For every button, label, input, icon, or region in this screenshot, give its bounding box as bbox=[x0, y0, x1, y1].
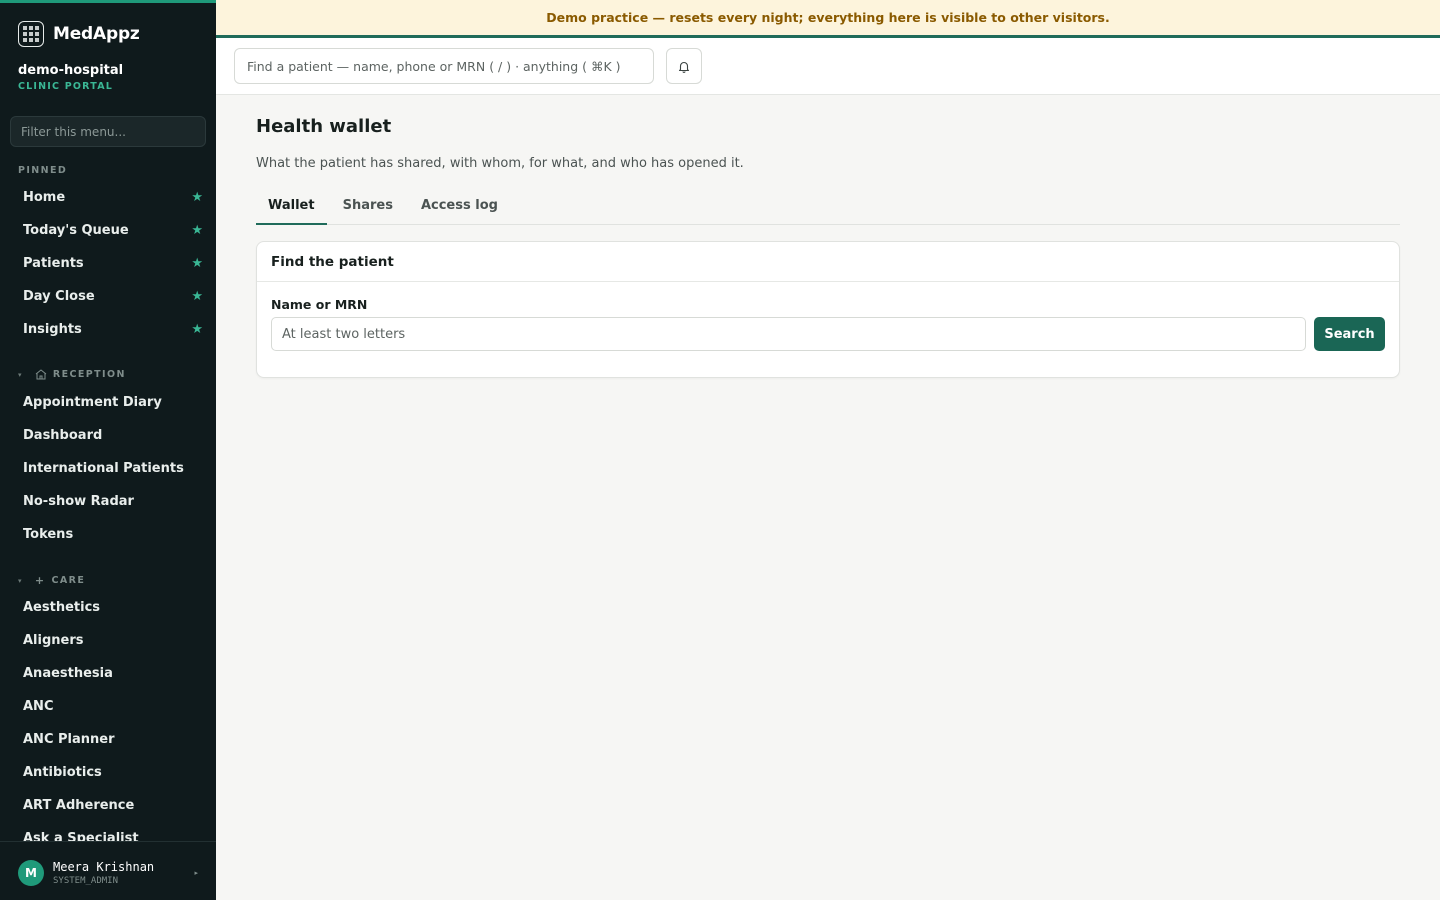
sidebar-item-label: Ask a Specialist bbox=[23, 830, 139, 842]
plus-icon: + bbox=[34, 574, 46, 587]
sidebar: MedAppz demo-hospital CLINIC PORTAL PINN… bbox=[0, 0, 216, 900]
notifications-button[interactable] bbox=[666, 48, 702, 84]
sidebar-item-label: Day Close bbox=[23, 288, 95, 304]
section-label-care: CARE bbox=[51, 575, 86, 586]
sidebar-item-ask-a-specialist[interactable]: Ask a Specialist bbox=[23, 828, 203, 842]
star-icon[interactable]: ★ bbox=[191, 322, 203, 337]
grid-logo-icon bbox=[18, 21, 44, 47]
section-label-reception: RECEPTION bbox=[52, 369, 126, 380]
sidebar-item-label: Insights bbox=[23, 321, 82, 337]
tab-access-log[interactable]: Access log bbox=[409, 191, 510, 225]
tab-shares[interactable]: Shares bbox=[331, 191, 405, 225]
sidebar-item-todays-queue[interactable]: Today's Queue ★ bbox=[23, 220, 203, 240]
org-subtitle: CLINIC PORTAL bbox=[18, 81, 114, 92]
caret-down-icon: ▾ bbox=[18, 370, 23, 379]
sidebar-item-international-patients[interactable]: International Patients bbox=[23, 458, 203, 478]
name-or-mrn-label: Name or MRN bbox=[271, 297, 368, 312]
demo-banner: Demo practice — resets every night; ever… bbox=[216, 0, 1440, 38]
menu-filter-input[interactable] bbox=[10, 116, 206, 147]
brand-name: MedAppz bbox=[53, 24, 140, 44]
avatar: M bbox=[18, 859, 44, 886]
card-title: Find the patient bbox=[257, 242, 1399, 282]
star-icon[interactable]: ★ bbox=[191, 289, 203, 304]
sidebar-item-home[interactable]: Home ★ bbox=[23, 187, 203, 207]
sidebar-scroll-clip: Ask a Specialist bbox=[0, 823, 216, 842]
building-icon bbox=[35, 369, 47, 380]
name-or-mrn-input[interactable] bbox=[271, 317, 1306, 351]
sidebar-item-label: Aesthetics bbox=[23, 599, 101, 615]
sidebar-item-label: ANC bbox=[23, 698, 54, 714]
user-role: SYSTEM_ADMIN bbox=[53, 875, 119, 886]
user-menu[interactable]: M Meera Krishnan SYSTEM_ADMIN ▸ bbox=[0, 841, 216, 900]
section-label-pinned: PINNED bbox=[18, 165, 68, 176]
sidebar-item-label: Anaesthesia bbox=[23, 665, 113, 681]
star-icon[interactable]: ★ bbox=[191, 190, 203, 205]
page-description: What the patient has shared, with whom, … bbox=[256, 156, 744, 171]
sidebar-item-insights[interactable]: Insights ★ bbox=[23, 319, 203, 339]
star-icon[interactable]: ★ bbox=[191, 256, 203, 271]
sidebar-item-appointment-diary[interactable]: Appointment Diary bbox=[23, 392, 203, 412]
sidebar-item-art-adherence[interactable]: ART Adherence bbox=[23, 795, 203, 815]
sidebar-item-label: Dashboard bbox=[23, 427, 103, 443]
tab-wallet[interactable]: Wallet bbox=[256, 191, 327, 225]
sidebar-item-anc[interactable]: ANC bbox=[23, 696, 203, 716]
sidebar-item-label: Antibiotics bbox=[23, 764, 102, 780]
sidebar-item-antibiotics[interactable]: Antibiotics bbox=[23, 762, 203, 782]
page-title: Health wallet bbox=[256, 116, 392, 137]
sidebar-item-aesthetics[interactable]: Aesthetics bbox=[23, 597, 203, 617]
sidebar-item-aligners[interactable]: Aligners bbox=[23, 630, 203, 650]
sidebar-item-patients[interactable]: Patients ★ bbox=[23, 253, 203, 273]
demo-banner-text: Demo practice — resets every night; ever… bbox=[546, 10, 1110, 25]
org-name: demo-hospital bbox=[18, 63, 124, 78]
sidebar-item-label: Today's Queue bbox=[23, 222, 129, 238]
sidebar-item-day-close[interactable]: Day Close ★ bbox=[23, 286, 203, 306]
sidebar-item-label: ART Adherence bbox=[23, 797, 135, 813]
section-toggle-reception[interactable]: ▾ RECEPTION bbox=[18, 369, 126, 380]
star-icon[interactable]: ★ bbox=[191, 223, 203, 238]
sidebar-item-label: Aligners bbox=[23, 632, 84, 648]
sidebar-item-label: Appointment Diary bbox=[23, 394, 162, 410]
sidebar-item-tokens[interactable]: Tokens bbox=[23, 524, 203, 544]
brand[interactable]: MedAppz bbox=[18, 21, 140, 47]
search-button[interactable]: Search bbox=[1314, 317, 1385, 351]
section-toggle-care[interactable]: ▾ + CARE bbox=[18, 574, 85, 587]
sidebar-item-label: Home bbox=[23, 189, 66, 205]
sidebar-item-label: International Patients bbox=[23, 460, 184, 476]
user-info: Meera Krishnan SYSTEM_ADMIN bbox=[53, 860, 154, 886]
sidebar-item-anaesthesia[interactable]: Anaesthesia bbox=[23, 663, 203, 683]
user-name: Meera Krishnan bbox=[53, 859, 155, 874]
tab-bar: Wallet Shares Access log bbox=[256, 191, 1400, 225]
bell-icon bbox=[678, 61, 690, 73]
sidebar-item-anc-planner[interactable]: ANC Planner bbox=[23, 729, 203, 749]
global-search-input[interactable] bbox=[234, 48, 654, 84]
sidebar-item-label: No-show Radar bbox=[23, 493, 134, 509]
chevron-icon: ▸ bbox=[194, 868, 198, 877]
sidebar-item-dashboard[interactable]: Dashboard bbox=[23, 425, 203, 445]
org-info: demo-hospital CLINIC PORTAL bbox=[18, 63, 123, 92]
sidebar-item-label: ANC Planner bbox=[23, 731, 115, 747]
sidebar-item-no-show-radar[interactable]: No-show Radar bbox=[23, 491, 203, 511]
topbar bbox=[216, 38, 1440, 95]
sidebar-item-label: Tokens bbox=[23, 526, 74, 542]
sidebar-item-label: Patients bbox=[23, 255, 84, 271]
find-patient-card: Find the patient Name or MRN Search bbox=[256, 241, 1400, 378]
caret-down-icon: ▾ bbox=[18, 576, 23, 585]
